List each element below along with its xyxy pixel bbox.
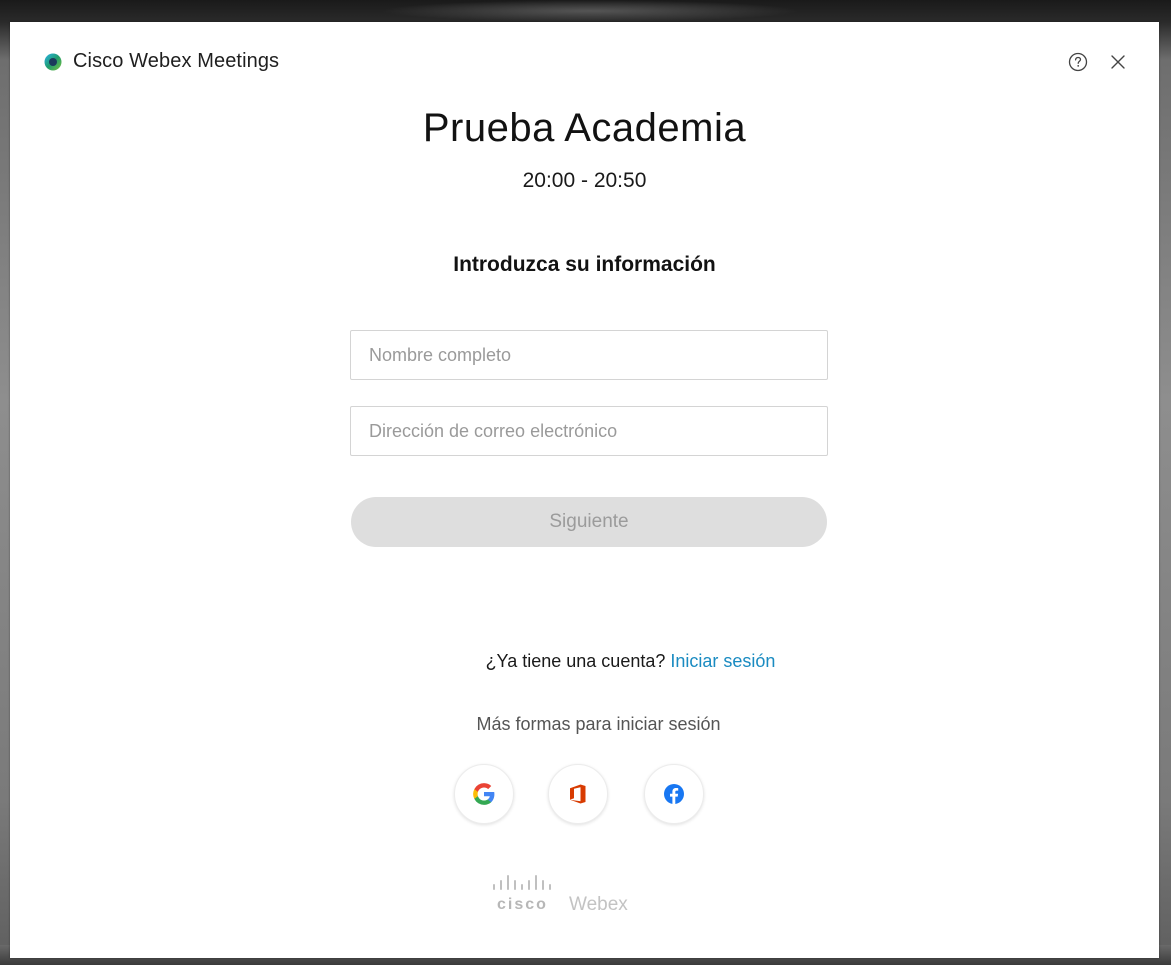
email-input[interactable]	[350, 406, 828, 456]
footer-webex-wordmark: Webex	[569, 894, 628, 915]
cisco-bars-icon	[493, 875, 551, 890]
sign-in-link[interactable]: Iniciar sesión	[670, 651, 775, 671]
footer-cisco-wordmark: cisco	[497, 896, 548, 913]
facebook-icon	[664, 784, 684, 804]
facebook-sign-in-button[interactable]	[644, 764, 704, 824]
backdrop-smear	[380, 0, 800, 22]
google-icon	[473, 783, 495, 805]
account-question: ¿Ya tiene una cuenta?	[485, 651, 666, 671]
app-title: Cisco Webex Meetings	[73, 50, 280, 72]
next-button[interactable]: Siguiente	[351, 497, 827, 547]
meeting-title: Prueba Academia	[422, 106, 747, 150]
cisco-webex-footer-logo: cisco Webex	[488, 874, 668, 918]
more-sign-in-heading: Más formas para iniciar sesión	[476, 714, 721, 734]
webex-join-dialog: Cisco Webex Meetings Prueba Academia 20:…	[10, 22, 1159, 958]
account-prompt: ¿Ya tiene una cuenta? Iniciar sesión	[10, 651, 1159, 672]
office-sign-in-button[interactable]	[548, 764, 608, 824]
meeting-time: 20:00 - 20:50	[522, 169, 647, 192]
form-heading: Introduzca su información	[453, 253, 716, 276]
full-name-input[interactable]	[350, 330, 828, 380]
webex-logo-icon	[44, 53, 62, 71]
help-icon[interactable]	[1067, 51, 1089, 73]
office-icon	[570, 784, 586, 804]
google-sign-in-button[interactable]	[454, 764, 514, 824]
title-bar: Cisco Webex Meetings	[10, 22, 1159, 102]
close-icon[interactable]	[1107, 51, 1129, 73]
